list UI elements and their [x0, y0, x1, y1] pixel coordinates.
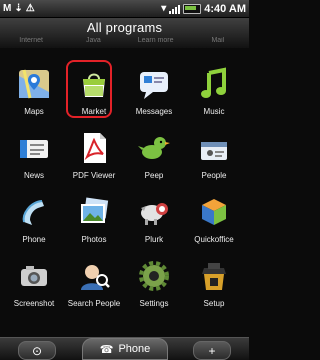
app-label: Screenshot — [13, 299, 55, 308]
app-label: Market — [81, 107, 107, 116]
phone-icon — [22, 200, 44, 225]
app-screenshot[interactable]: Screenshot — [4, 258, 64, 321]
app-plurk[interactable]: Plurk — [124, 194, 184, 257]
app-music[interactable]: Music — [184, 66, 244, 129]
app-label: Search People — [67, 299, 121, 308]
signal-icon: ▾ — [161, 2, 167, 14]
app-people[interactable]: People — [184, 130, 244, 193]
peep-icon — [138, 137, 170, 159]
app-label: Setup — [203, 299, 225, 308]
app-label: Settings — [139, 299, 169, 308]
list-item[interactable]: Mail — [187, 37, 249, 47]
app-drawer-header: All programs Internet Java Learn more Ma… — [0, 18, 249, 48]
usb-icon: ⇣ — [14, 2, 23, 14]
photos-icon — [81, 197, 109, 223]
news-icon — [20, 140, 48, 158]
app-setup[interactable]: Setup — [184, 258, 244, 321]
notification-icons: M ⇣ ⚠ — [3, 2, 35, 14]
app-label: PDF Viewer — [72, 171, 116, 180]
app-settings[interactable]: Settings — [124, 258, 184, 321]
app-label: Maps — [24, 107, 44, 116]
phone-button-label: Phone — [118, 343, 151, 355]
app-label: People — [201, 171, 227, 180]
app-quickoffice[interactable]: Quickoffice — [184, 194, 244, 257]
search-people-icon — [81, 265, 110, 290]
gmail-icon: M — [3, 2, 12, 14]
phone-handset-icon: ☎ — [99, 343, 114, 356]
add-icon: + — [208, 343, 216, 358]
app-phone[interactable]: Phone — [4, 194, 64, 257]
app-label: Quickoffice — [194, 235, 234, 244]
system-indicators: ▾ 4:40 AM — [161, 3, 246, 15]
app-label: Peep — [144, 171, 164, 180]
home-icon: ⊙ — [31, 343, 43, 358]
market-icon — [83, 73, 105, 97]
maps-icon — [19, 69, 49, 99]
home-button[interactable]: ⊙ — [18, 341, 56, 360]
app-label: Photos — [81, 235, 107, 244]
battery-icon — [183, 3, 202, 14]
screenshot-icon — [21, 266, 47, 286]
add-button[interactable]: + — [193, 341, 231, 360]
app-maps[interactable]: Maps — [4, 66, 64, 129]
app-label: Music — [203, 107, 225, 116]
app-photos[interactable]: Photos — [64, 194, 124, 257]
app-grid: Maps Market Messages Music News PDF View… — [4, 60, 245, 321]
music-icon — [201, 67, 226, 98]
list-item[interactable]: Java — [62, 37, 124, 47]
list-item[interactable]: Learn more — [125, 37, 187, 47]
app-label: Plurk — [144, 235, 164, 244]
warning-icon: ⚠ — [25, 2, 35, 14]
app-market[interactable]: Market — [64, 60, 124, 129]
previous-row-labels: Internet Java Learn more Mail — [0, 37, 249, 47]
signal-strength-icon — [169, 4, 181, 14]
status-bar: M ⇣ ⚠ ▾ 4:40 AM — [0, 0, 249, 18]
app-label: Phone — [22, 235, 46, 244]
pdf-icon — [84, 133, 106, 163]
app-messages[interactable]: Messages — [124, 66, 184, 129]
app-label: Messages — [135, 107, 173, 116]
app-search-people[interactable]: Search People — [64, 258, 124, 321]
settings-icon — [139, 261, 169, 291]
dock-bar: ⊙ ☎ Phone + — [0, 337, 249, 360]
app-news[interactable]: News — [4, 130, 64, 193]
quickoffice-icon — [202, 199, 226, 225]
app-pdf-viewer[interactable]: PDF Viewer — [64, 130, 124, 193]
setup-icon — [202, 263, 226, 290]
plurk-icon — [141, 203, 168, 225]
status-time: 4:40 AM — [204, 2, 246, 15]
app-label: News — [23, 171, 44, 180]
list-item[interactable]: Internet — [0, 37, 62, 47]
messages-icon — [140, 72, 168, 99]
page-title: All programs — [86, 20, 163, 35]
people-icon — [201, 142, 227, 160]
phone-button[interactable]: ☎ Phone — [82, 338, 168, 360]
app-peep[interactable]: Peep — [124, 130, 184, 193]
